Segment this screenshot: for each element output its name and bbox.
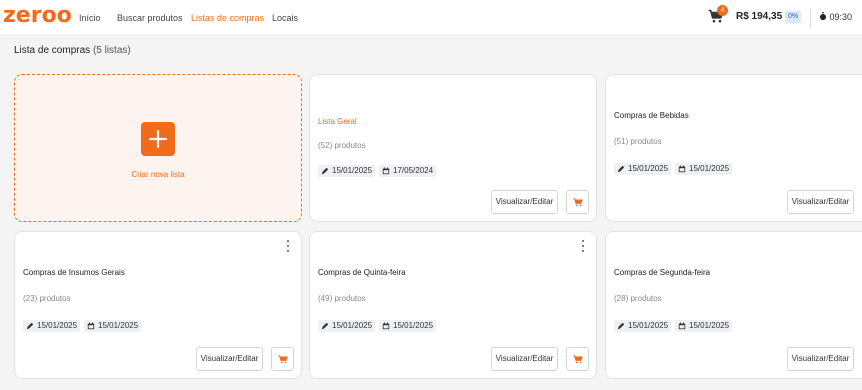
created-date-chip: 15/01/2025 (84, 320, 142, 332)
created-date-chip: 15/01/2025 (675, 320, 733, 332)
created-date: 15/01/2025 (98, 321, 139, 330)
nav-locais[interactable]: Locais (272, 12, 298, 24)
calendar-icon (678, 165, 686, 173)
calendar-icon (678, 322, 686, 330)
list-card: Compras de Insumos Gerais (23) produtos … (14, 231, 302, 379)
list-product-count: (51) produtos (614, 137, 662, 146)
page-title-text: Lista de compras (14, 45, 91, 56)
session-timer: 09:30 (819, 12, 852, 22)
list-name[interactable]: Compras de Insumos Gerais (23, 268, 125, 277)
pencil-icon (617, 165, 625, 173)
calendar-icon (382, 167, 390, 175)
edited-date: 15/01/2025 (37, 321, 78, 330)
top-header: zeroo Início Buscar produtos Listas de c… (0, 0, 862, 34)
edited-date-chip: 15/01/2025 (614, 163, 672, 175)
edited-date-chip: 15/01/2025 (23, 320, 81, 332)
pencil-icon (321, 322, 329, 330)
edited-date: 15/01/2025 (332, 321, 373, 330)
calendar-icon (382, 322, 390, 330)
created-date-chip: 17/05/2024 (379, 165, 437, 177)
cart-icon (278, 354, 288, 363)
created-date: 15/01/2025 (689, 321, 730, 330)
nav-listas-de-compras[interactable]: Listas de compras (191, 12, 264, 24)
plus-icon (141, 121, 175, 156)
nav-buscar-produtos[interactable]: Buscar produtos (117, 12, 183, 24)
edited-date-chip: 15/01/2025 (614, 320, 672, 332)
view-edit-button[interactable]: Visualizar/Editar (787, 347, 854, 371)
edited-date: 15/01/2025 (628, 321, 669, 330)
created-date: 15/01/2025 (689, 164, 730, 173)
created-date: 17/05/2024 (393, 166, 434, 175)
cart-total: R$ 194,35 (736, 11, 783, 22)
cart-icon (573, 197, 583, 206)
list-product-count: (28) produtos (614, 294, 662, 303)
list-count: (5 listas) (92, 45, 131, 56)
created-date: 15/01/2025 (393, 321, 434, 330)
edited-date-chip: 15/01/2025 (318, 320, 376, 332)
add-to-cart-button[interactable] (271, 347, 294, 371)
create-list-label: Criar nova lista (131, 169, 185, 179)
nav-inicio[interactable]: Início (79, 12, 101, 24)
discount-badge: 0% (785, 11, 801, 23)
list-card: Compras de Quinta-feira (49) produtos 15… (309, 231, 597, 379)
logo[interactable]: zeroo (3, 2, 72, 30)
edited-date-chip: 15/01/2025 (318, 165, 376, 177)
stopwatch-icon (819, 12, 827, 21)
cart-button[interactable]: 4 (708, 5, 728, 25)
edited-date: 15/01/2025 (332, 166, 373, 175)
timer-value: 09:30 (829, 12, 853, 22)
list-card: Compras de Segunda-feira (28) produtos 1… (605, 231, 862, 379)
list-name[interactable]: Lista Geral (318, 117, 357, 126)
created-date-chip: 15/01/2025 (675, 163, 733, 175)
edited-date: 15/01/2025 (628, 164, 669, 173)
list-product-count: (23) produtos (23, 294, 71, 303)
list-name[interactable]: Compras de Bebidas (614, 111, 689, 120)
list-product-count: (49) produtos (318, 294, 366, 303)
list-product-count: (52) produtos (318, 141, 366, 150)
kebab-menu-icon[interactable] (284, 239, 292, 253)
pencil-icon (617, 322, 625, 330)
pencil-icon (321, 167, 329, 175)
add-to-cart-button[interactable] (566, 190, 589, 214)
calendar-icon (87, 322, 95, 330)
created-date-chip: 15/01/2025 (379, 320, 437, 332)
list-name[interactable]: Compras de Segunda-feira (614, 268, 710, 277)
add-to-cart-button[interactable] (566, 347, 589, 371)
create-list-card[interactable]: Criar nova lista (14, 74, 302, 222)
header-divider (810, 8, 811, 28)
view-edit-button[interactable]: Visualizar/Editar (491, 347, 558, 371)
kebab-menu-icon[interactable] (579, 239, 587, 253)
page-title: Lista de compras (5 listas) (14, 45, 131, 56)
list-name[interactable]: Compras de Quinta-feira (318, 268, 406, 277)
cart-count-badge: 4 (717, 5, 728, 16)
view-edit-button[interactable]: Visualizar/Editar (787, 190, 854, 214)
view-edit-button[interactable]: Visualizar/Editar (491, 190, 558, 214)
view-edit-button[interactable]: Visualizar/Editar (196, 347, 263, 371)
cart-icon (573, 354, 583, 363)
pencil-icon (26, 322, 34, 330)
list-card: Compras de Bebidas (51) produtos 15/01/2… (605, 74, 862, 222)
list-card: Lista Geral (52) produtos 15/01/2025 17/… (309, 74, 597, 222)
